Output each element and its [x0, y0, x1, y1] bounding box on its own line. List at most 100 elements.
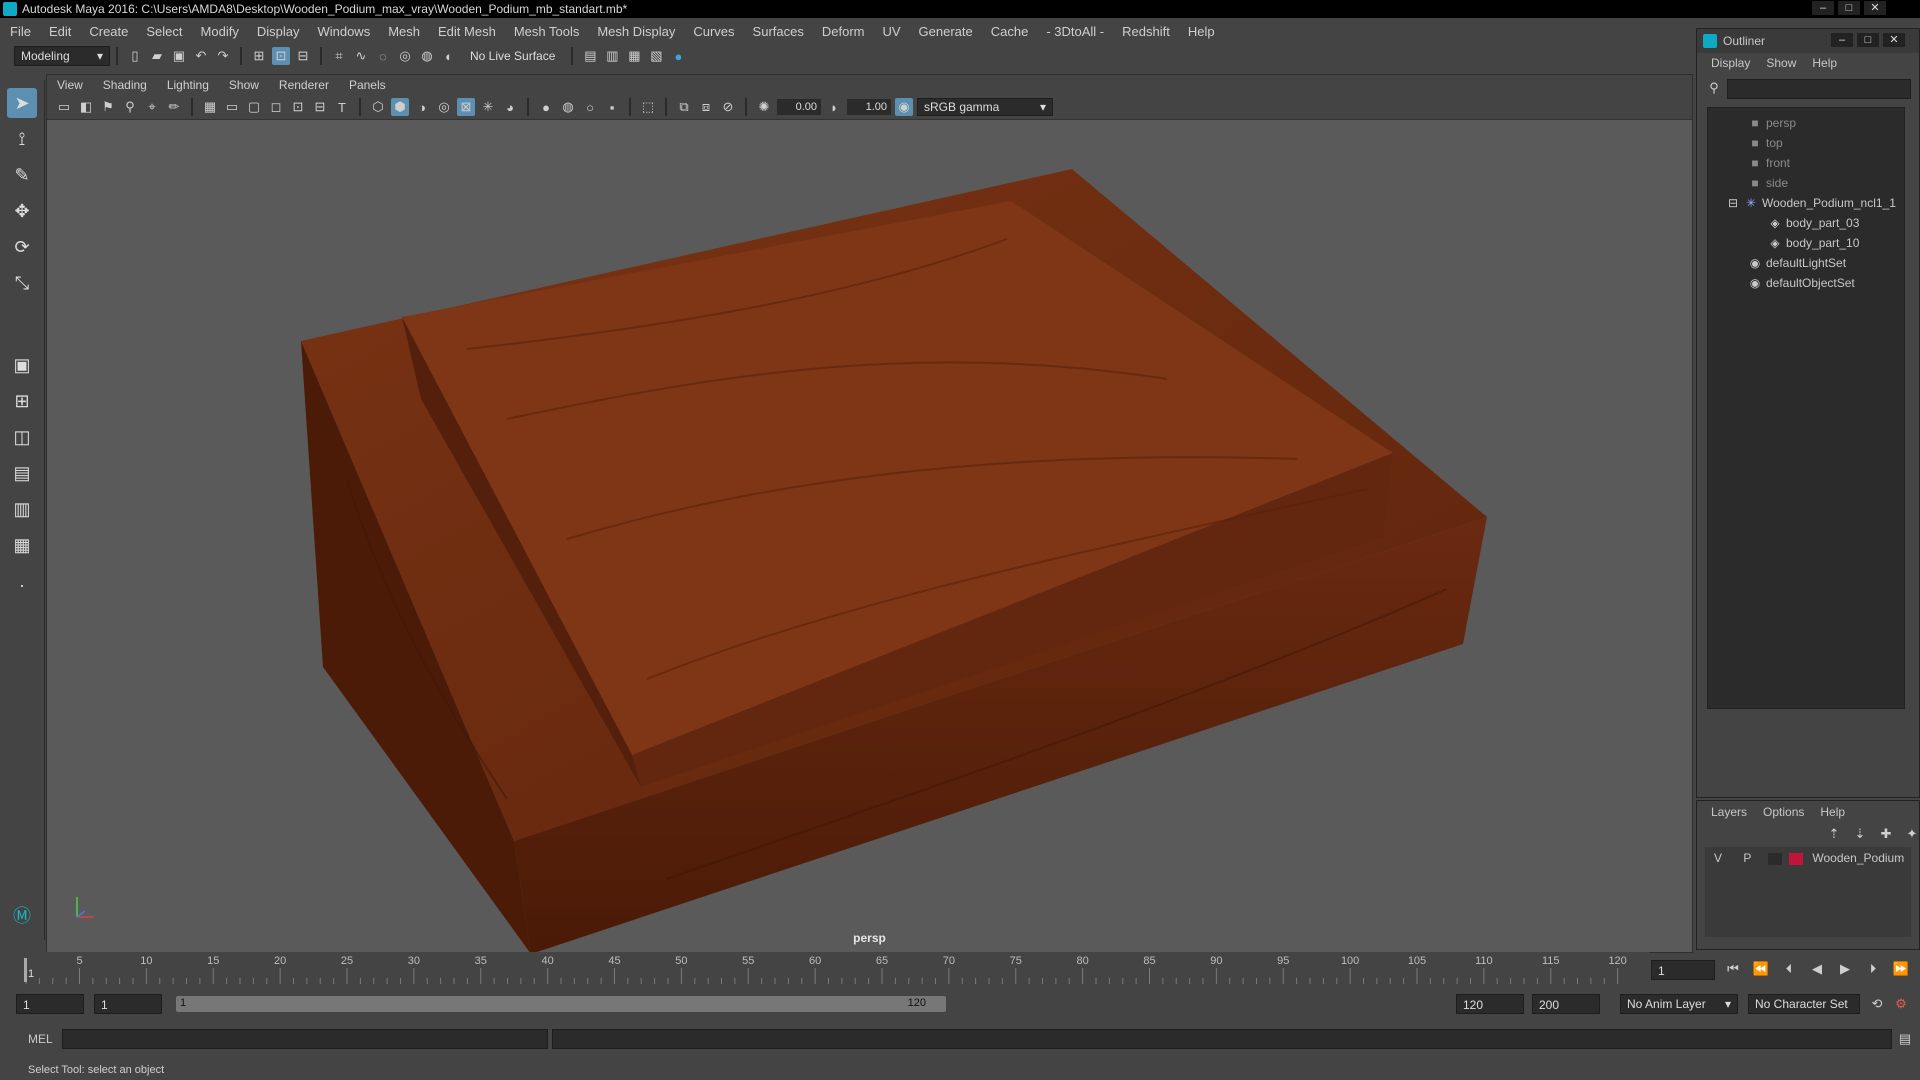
go-to-start-icon[interactable]: ⏮	[1724, 960, 1742, 978]
image-plane-icon[interactable]: ⚲	[121, 98, 139, 116]
podium-model[interactable]	[47, 119, 1692, 952]
new-layer-from-selection-icon[interactable]: ✦	[1903, 825, 1920, 843]
gamma-field[interactable]: 1.00	[847, 99, 891, 115]
play-backwards-icon[interactable]: ◀	[1808, 960, 1826, 978]
scale-tool-icon[interactable]: ⤡	[7, 268, 37, 298]
menu-file[interactable]: File	[10, 24, 31, 39]
panel-menu-panels[interactable]: Panels	[349, 78, 386, 92]
outliner-maximize-button[interactable]: □	[1857, 33, 1879, 47]
shadows-icon[interactable]: ◕	[501, 98, 519, 116]
ipr-render-icon[interactable]: ▦	[625, 47, 643, 65]
snap-curve-icon[interactable]: ∿	[352, 47, 370, 65]
two-view-layout-icon[interactable]: ◫	[7, 422, 37, 452]
move-layer-up-icon[interactable]: ⇡	[1825, 825, 1843, 843]
step-back-key-icon[interactable]: ⏪	[1752, 960, 1770, 978]
menu-generate[interactable]: Generate	[919, 24, 973, 39]
single-view-layout-icon[interactable]: ▣	[7, 350, 37, 380]
collapse-icon[interactable]: ⊟	[1726, 194, 1740, 212]
redo-icon[interactable]: ↷	[214, 47, 232, 65]
menu-mesh[interactable]: Mesh	[388, 24, 420, 39]
live-surface-label[interactable]: No Live Surface	[470, 49, 555, 63]
snap-grid-icon[interactable]: ⌗	[330, 47, 348, 65]
snap-vertex-icon[interactable]: ◐	[440, 47, 458, 65]
menu-display[interactable]: Display	[257, 24, 300, 39]
auto-key-icon[interactable]: ⟲	[1868, 995, 1886, 1013]
default-material-icon[interactable]: ◑	[413, 98, 431, 116]
exposure-icon[interactable]: ✺	[755, 98, 773, 116]
render-settings-icon[interactable]: ▤	[581, 47, 599, 65]
menu-windows[interactable]: Windows	[317, 24, 370, 39]
menu-edit-mesh[interactable]: Edit Mesh	[438, 24, 496, 39]
menu-3dtoall[interactable]: - 3DtoAll -	[1046, 24, 1104, 39]
animation-end-field[interactable]: 200	[1532, 994, 1600, 1014]
outliner-search-input[interactable]	[1727, 79, 1911, 99]
layer-menu-layers[interactable]: Layers	[1711, 805, 1747, 819]
screen-space-ao-icon[interactable]: ●	[537, 98, 555, 116]
camera-attributes-icon[interactable]: ◧	[77, 98, 95, 116]
character-set-dropdown[interactable]: No Character Set	[1748, 994, 1860, 1014]
outliner-persp-layout-icon[interactable]: ▤	[7, 458, 37, 488]
playback-end-field[interactable]: 120	[1456, 994, 1524, 1014]
time-ruler[interactable]: 5 10 15 20 25 30 35 40 45 50 55 60 65 70 75 80 85 90 95 100…	[24, 952, 1649, 984]
outliner-item-front[interactable]: ■ front	[1748, 154, 1790, 172]
layer-type-toggle[interactable]	[1767, 852, 1782, 865]
menu-create[interactable]: Create	[89, 24, 128, 39]
outliner-item-default-object-set[interactable]: ◉ defaultObjectSet	[1748, 274, 1855, 292]
four-view-layout-icon[interactable]: ⊞	[7, 386, 37, 416]
maximize-button[interactable]: □	[1838, 1, 1860, 15]
close-button[interactable]: ✕	[1864, 1, 1886, 15]
time-slider[interactable]: 5 10 15 20 25 30 35 40 45 50 55 60 65 70 75 80 85 90 95 100…	[24, 952, 1649, 984]
menu-help[interactable]: Help	[1188, 24, 1215, 39]
render-frame-icon[interactable]: ▥	[603, 47, 621, 65]
hypershade-layout-icon[interactable]: ▦	[7, 530, 37, 560]
wireframe-on-shaded-icon[interactable]: ◎	[435, 98, 453, 116]
camera-select-icon[interactable]: ▭	[55, 98, 73, 116]
panel-menu-show[interactable]: Show	[229, 78, 259, 92]
smooth-shade-icon[interactable]: ⬢	[391, 98, 409, 116]
depth-of-field-icon[interactable]: ▪	[603, 98, 621, 116]
menu-curves[interactable]: Curves	[693, 24, 734, 39]
menu-cache[interactable]: Cache	[991, 24, 1029, 39]
gamma-icon[interactable]: ◗	[825, 98, 843, 116]
viewport-persp[interactable]: View Shading Lighting Show Renderer Pane…	[46, 74, 1693, 953]
menu-mesh-tools[interactable]: Mesh Tools	[514, 24, 580, 39]
layer-menu-options[interactable]: Options	[1763, 805, 1804, 819]
search-icon[interactable]: ⚲	[1705, 79, 1723, 97]
exposure-field[interactable]: 0.00	[777, 99, 821, 115]
snap-surface-icon[interactable]: ◍	[418, 47, 436, 65]
grid-icon[interactable]: ▦	[201, 98, 219, 116]
new-layer-icon[interactable]: ✚	[1877, 825, 1895, 843]
new-scene-icon[interactable]: ▯	[126, 47, 144, 65]
layer-color-swatch[interactable]	[1789, 852, 1804, 865]
rotate-tool-icon[interactable]: ⟳	[7, 232, 37, 262]
grease-pencil-icon[interactable]: ✏	[165, 98, 183, 116]
safe-action-icon[interactable]: ⊟	[311, 98, 329, 116]
select-hierarchy-icon[interactable]: ⊞	[250, 47, 268, 65]
outliner-menu-show[interactable]: Show	[1766, 56, 1796, 70]
snap-point-icon[interactable]: ◌	[374, 47, 392, 65]
script-editor-icon[interactable]: ▤	[1896, 1030, 1914, 1048]
step-back-frame-icon[interactable]: ⏴	[1780, 960, 1798, 978]
script-language-label[interactable]: MEL	[28, 1032, 53, 1046]
resolution-gate-icon[interactable]: ▢	[245, 98, 263, 116]
move-tool-icon[interactable]: ✥	[7, 196, 37, 226]
snap-view-icon[interactable]: ◎	[396, 47, 414, 65]
outliner-item-top[interactable]: ■ top	[1748, 134, 1782, 152]
more-layouts-icon[interactable]: ·	[7, 570, 37, 600]
layer-visibility-toggle[interactable]: V	[1711, 849, 1725, 867]
menu-deform[interactable]: Deform	[822, 24, 865, 39]
menu-edit[interactable]: Edit	[49, 24, 71, 39]
outliner-item-default-light-set[interactable]: ◉ defaultLightSet	[1748, 254, 1846, 272]
safe-title-icon[interactable]: T	[333, 98, 351, 116]
step-forward-key-icon[interactable]: ⏩	[1892, 960, 1910, 978]
graph-layout-icon[interactable]: ▥	[7, 494, 37, 524]
open-scene-icon[interactable]: ▰	[148, 47, 166, 65]
render-view-icon[interactable]: ▧	[647, 47, 665, 65]
view-transform-dropdown[interactable]: sRGB gamma ▾	[917, 98, 1053, 116]
current-frame-field[interactable]: 1	[1651, 960, 1715, 980]
outliner-item-persp[interactable]: ■ persp	[1748, 114, 1796, 132]
menu-modify[interactable]: Modify	[201, 24, 239, 39]
command-input[interactable]	[62, 1029, 548, 1049]
xray-components-icon[interactable]: ⊘	[719, 98, 737, 116]
isolate-select-icon[interactable]: ⬚	[639, 98, 657, 116]
